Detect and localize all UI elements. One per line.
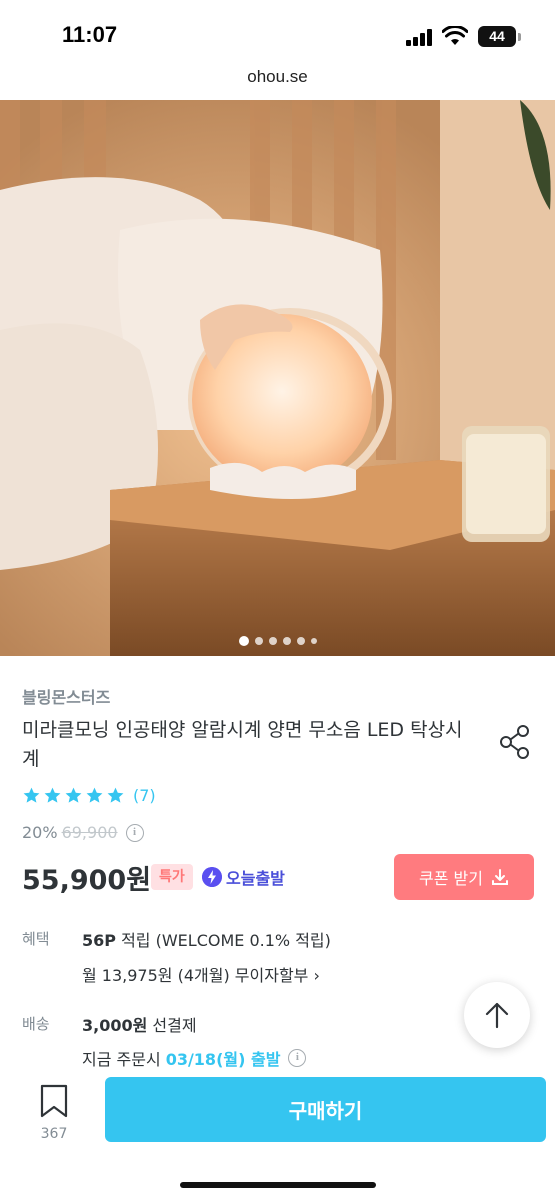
product-title: 미라클모닝 인공태양 알람시계 양면 무소음 LED 탁상시계 [22, 719, 463, 770]
battery-icon: 44 [478, 26, 516, 47]
bookmark-icon [40, 1084, 68, 1118]
battery-cap [518, 33, 521, 41]
shipping-fee-detail: 선결제 [147, 1016, 197, 1035]
coupon-button-label: 쿠폰 받기 [419, 869, 483, 888]
shipping-fee: 3,000원 선결제 [82, 1012, 197, 1036]
review-count[interactable]: (7) [133, 786, 156, 805]
address-bar[interactable]: ohou.se [0, 62, 555, 100]
discount-row: 20% 69,900 i [22, 823, 144, 842]
gallery-dot[interactable] [268, 636, 277, 645]
lamp-photo [0, 100, 555, 656]
installment-link[interactable]: 월 13,975원 (4개월) 무이자할부 › [82, 962, 320, 986]
bookmark-button[interactable]: 367 [30, 1084, 78, 1144]
points-detail: 적립 (WELCOME 0.1% 적립) [116, 931, 331, 950]
ship-date: 03/18(월) 출발 [165, 1050, 281, 1069]
sale-price: 55,900원 [22, 865, 152, 896]
benefit-label: 혜택 [22, 930, 50, 948]
buy-button[interactable]: 구매하기 [105, 1077, 546, 1142]
info-icon[interactable]: i [125, 823, 144, 842]
coupon-button[interactable]: 쿠폰 받기 [394, 854, 534, 900]
arrow-up-icon [485, 1002, 509, 1029]
status-bar: 11:07 44 [0, 0, 555, 62]
points-info: 56P 적립 (WELCOME 0.1% 적립) [82, 927, 331, 951]
gallery-dot-active[interactable] [238, 635, 249, 646]
shipping-label: 배송 [22, 1015, 50, 1033]
scroll-to-top-button[interactable] [464, 982, 530, 1048]
product-image[interactable] [0, 100, 555, 656]
star-icon [23, 787, 40, 803]
today-shipping-label: 오늘출발 [226, 869, 285, 888]
gallery-dot[interactable] [310, 637, 317, 644]
bookmark-count: 367 [40, 1126, 68, 1142]
order-prefix: 지금 주문시 [82, 1050, 161, 1069]
star-icon [86, 787, 103, 803]
url-text: ohou.se [247, 67, 308, 86]
star-icon [107, 787, 124, 803]
points-amount: 56P [82, 931, 116, 950]
home-indicator [180, 1182, 376, 1188]
star-icon [44, 787, 61, 803]
shipping-date-row: 지금 주문시 03/18(월) 출발 i [82, 1046, 307, 1070]
wifi-icon [442, 26, 468, 45]
gallery-dot[interactable] [282, 636, 291, 645]
gallery-pagination [0, 630, 555, 646]
share-icon[interactable] [498, 724, 532, 760]
download-icon [491, 869, 508, 885]
lightning-icon [202, 867, 222, 887]
star-icon [65, 787, 82, 803]
original-price: 69,900 [61, 823, 118, 842]
discount-rate: 20% [22, 823, 58, 842]
special-badge: 특가 [151, 864, 193, 890]
brand-name[interactable]: 블링몬스터즈 [22, 684, 110, 708]
today-shipping-badge: 오늘출발 [202, 864, 285, 890]
signal-icon [406, 29, 434, 46]
gallery-dot[interactable] [254, 636, 263, 645]
gallery-dot[interactable] [296, 636, 305, 645]
rating[interactable]: (7) [22, 784, 156, 806]
info-icon[interactable]: i [288, 1049, 307, 1067]
shipping-fee-amount: 3,000원 [82, 1016, 148, 1035]
status-time: 11:07 [62, 22, 118, 47]
